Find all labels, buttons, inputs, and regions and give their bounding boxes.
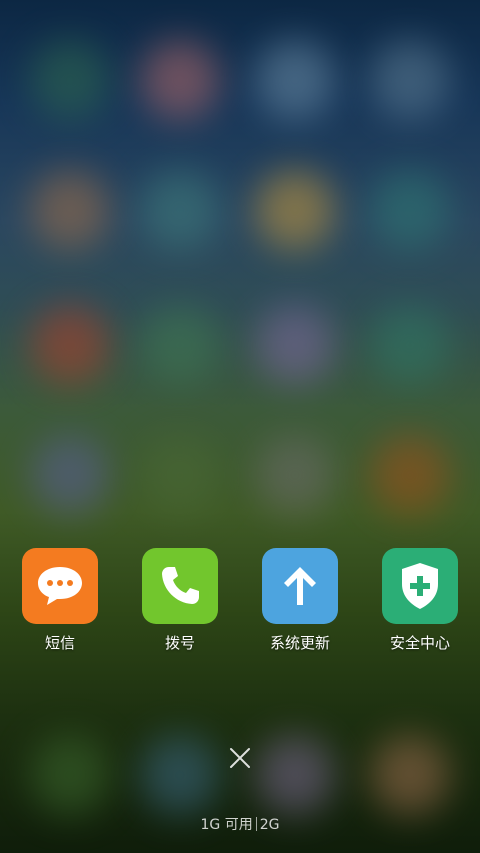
phone-app-icon[interactable]: [142, 548, 218, 624]
message-bubble-icon: [38, 567, 82, 605]
security-center-app-icon[interactable]: [382, 548, 458, 624]
recent-app-messages[interactable]: 短信: [0, 548, 120, 653]
recent-app-security-center[interactable]: 安全中心: [360, 548, 480, 653]
messages-app-icon[interactable]: [22, 548, 98, 624]
phone-icon: [162, 567, 199, 604]
recent-apps-screen: 短信 拨号 系统更新 安全中心 1G 可用 2G: [0, 0, 480, 853]
recent-app-phone[interactable]: 拨号: [120, 548, 240, 653]
app-label: 安全中心: [389, 634, 450, 652]
app-label: 拨号: [164, 634, 195, 652]
memory-divider: [255, 817, 257, 831]
app-label: 短信: [44, 634, 75, 652]
shield-plus-icon: [402, 563, 438, 609]
system-update-app-icon[interactable]: [262, 548, 338, 624]
recent-app-system-update[interactable]: 系统更新: [240, 548, 360, 653]
app-label: 系统更新: [269, 634, 330, 652]
memory-status: 1G 可用 2G: [0, 814, 480, 834]
memory-total: 2G: [259, 817, 280, 833]
clear-all-button[interactable]: [222, 740, 258, 776]
close-icon: [230, 748, 250, 768]
arrow-up-icon: [284, 567, 316, 605]
memory-available: 1G 可用: [200, 817, 253, 833]
